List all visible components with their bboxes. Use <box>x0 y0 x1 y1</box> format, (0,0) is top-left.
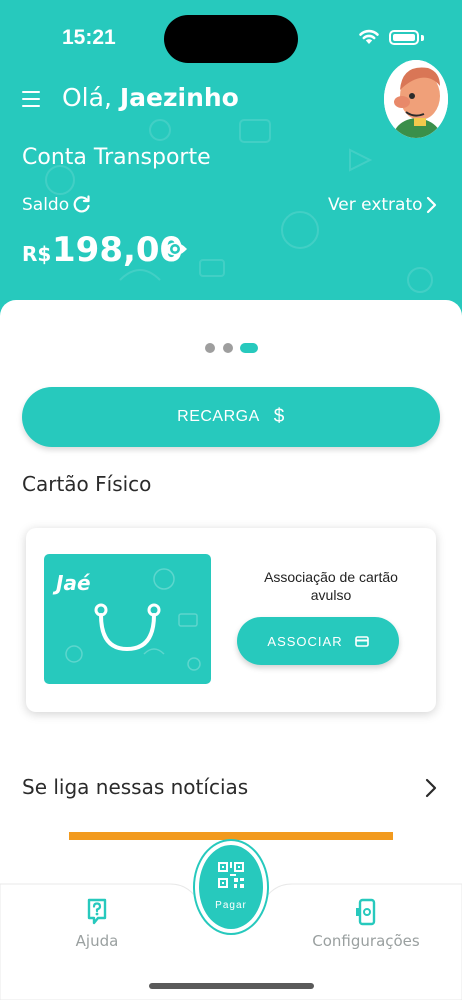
avatar-illustration <box>384 60 448 138</box>
greeting: Olá, Jaezinho <box>62 83 239 112</box>
carousel-dot-active[interactable] <box>240 343 258 353</box>
balance-currency: R$ <box>22 242 52 266</box>
statement-link[interactable]: Ver extrato <box>328 195 423 215</box>
tab-settings-label: Configurações <box>312 932 420 950</box>
tab-settings[interactable]: Configurações <box>306 898 426 950</box>
physical-card-title: Cartão Físico <box>22 472 152 496</box>
carousel-dot[interactable] <box>223 343 233 353</box>
status-time: 15:21 <box>62 26 116 49</box>
greeting-prefix: Olá, <box>62 83 112 112</box>
home-indicator <box>149 983 314 989</box>
recharge-label: RECARGA <box>177 408 260 425</box>
refresh-icon[interactable] <box>72 194 92 214</box>
battery-icon <box>389 30 419 45</box>
phone-settings-icon <box>356 898 376 926</box>
battery-cap <box>421 35 424 41</box>
eye-icon[interactable] <box>162 238 188 260</box>
association-text: Associação de cartão avulso <box>264 569 398 603</box>
pay-label: Pagar <box>215 900 247 911</box>
card-brand: Jaé <box>52 571 91 595</box>
carousel-dot[interactable] <box>205 343 215 353</box>
news-banner[interactable] <box>69 832 393 840</box>
balance-label: Saldo <box>22 195 70 215</box>
tab-help-label: Ajuda <box>75 932 119 950</box>
help-icon <box>87 898 107 925</box>
recharge-button[interactable]: RECARGA $ <box>22 387 440 447</box>
news-title: Se liga nessas notícias <box>22 775 249 799</box>
physical-card-image: Jaé <box>44 554 211 684</box>
associate-button[interactable]: ASSOCIAR <box>237 617 399 665</box>
card-artwork: Jaé <box>52 568 201 671</box>
avatar[interactable] <box>384 60 448 138</box>
menu-icon[interactable] <box>22 86 44 112</box>
account-title: Conta Transporte <box>22 145 211 170</box>
associate-label: ASSOCIAR <box>267 633 343 649</box>
qr-code-icon <box>218 862 244 888</box>
tab-help[interactable]: Ajuda <box>60 898 134 950</box>
chevron-right-icon[interactable] <box>425 196 437 214</box>
physical-card-panel: Jaé Associação de cartão avulso ASSOCIAR <box>26 528 436 712</box>
status-bar: 15:21 <box>0 0 462 78</box>
card-icon <box>354 635 369 647</box>
user-name: Jaezinho <box>119 83 239 112</box>
pay-button[interactable]: Pagar <box>195 841 267 933</box>
dollar-icon: $ <box>273 406 285 427</box>
dynamic-island <box>164 15 298 63</box>
chevron-right-icon[interactable] <box>424 777 438 799</box>
wifi-icon <box>359 29 379 44</box>
